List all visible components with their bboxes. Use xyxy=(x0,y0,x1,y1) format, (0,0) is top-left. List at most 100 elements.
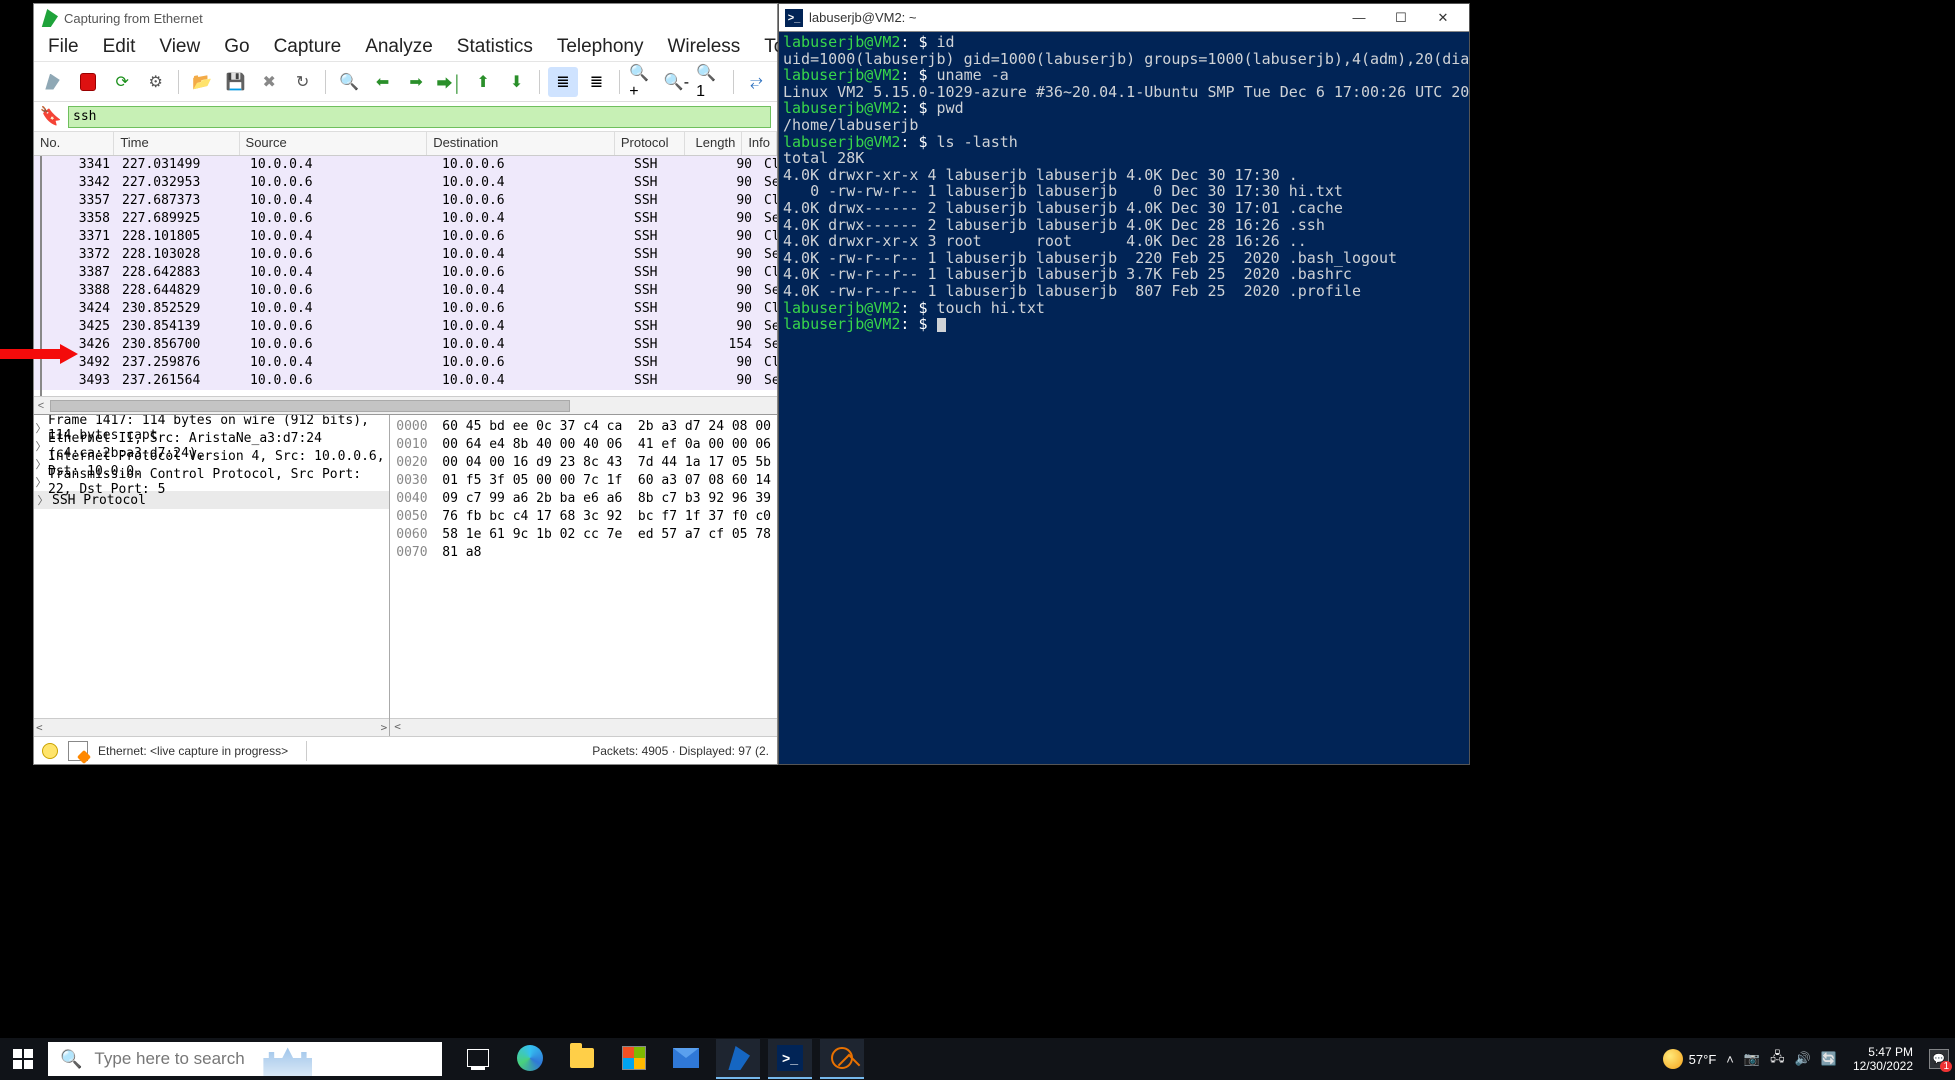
table-row[interactable]: 3341227.03149910.0.0.410.0.0.6SSH90Cli xyxy=(34,156,777,174)
autoscroll-icon[interactable]: ≣ xyxy=(548,67,577,97)
minimize-button[interactable]: — xyxy=(1339,7,1379,29)
table-row[interactable]: 3492237.25987610.0.0.410.0.0.6SSH90Cli xyxy=(34,354,777,372)
toolbar: ⟳ ⚙ 📂 💾 ✖ ↻ 🔍 ⬅ ➡ ⮕│ ⬆ ⬇ ≣ ≣ 🔍+ 🔍- 🔍1 ⥂ xyxy=(34,62,777,102)
tree-item[interactable]: 〉Transmission Control Protocol, Src Port… xyxy=(34,473,389,491)
clock-time: 5:47 PM xyxy=(1853,1045,1913,1059)
close-file-icon[interactable]: ✖ xyxy=(254,67,283,97)
menu-telephony[interactable]: Telephony xyxy=(557,36,644,58)
restart-capture-icon[interactable]: ⟳ xyxy=(107,67,136,97)
col-time[interactable]: Time xyxy=(114,132,239,155)
taskbar-search[interactable]: 🔍 Type here to search xyxy=(48,1042,442,1076)
taskbar-app-explorer[interactable] xyxy=(560,1039,604,1079)
table-row[interactable]: 3425230.85413910.0.0.610.0.0.4SSH90Ser xyxy=(34,318,777,336)
close-button[interactable]: ✕ xyxy=(1423,7,1463,29)
reload-icon[interactable]: ↻ xyxy=(288,67,317,97)
bookmark-icon[interactable]: 🔖 xyxy=(40,106,62,128)
table-row[interactable]: 3371228.10180510.0.0.410.0.0.6SSH90Cli xyxy=(34,228,777,246)
display-filter-input[interactable] xyxy=(68,106,771,128)
find-icon[interactable]: 🔍 xyxy=(334,67,363,97)
toolbar-sep xyxy=(325,70,326,94)
tray-sync-icon[interactable]: 🔄 xyxy=(1821,1051,1837,1067)
table-row[interactable]: 3372228.10302810.0.0.610.0.0.4SSH90Ser xyxy=(34,246,777,264)
maximize-button[interactable]: ☐ xyxy=(1381,7,1421,29)
colorize-icon[interactable]: ≣ xyxy=(582,67,611,97)
packet-details-tree[interactable]: 〉Frame 1417: 114 bytes on wire (912 bits… xyxy=(34,415,390,736)
menu-go[interactable]: Go xyxy=(224,36,249,58)
table-row[interactable]: 3424230.85252910.0.0.410.0.0.6SSH90Cli xyxy=(34,300,777,318)
menu-statistics[interactable]: Statistics xyxy=(457,36,533,58)
packet-list[interactable]: 3341227.03149910.0.0.410.0.0.6SSH90Cli33… xyxy=(34,156,777,396)
action-center-button[interactable]: 💬1 xyxy=(1929,1049,1949,1069)
table-row[interactable]: 3493237.26156410.0.0.610.0.0.4SSH90Ser xyxy=(34,372,777,390)
menu-analyze[interactable]: Analyze xyxy=(365,36,433,58)
capture-options-icon[interactable]: ⚙ xyxy=(141,67,170,97)
go-first-icon[interactable]: ⬆ xyxy=(468,67,497,97)
menu-capture[interactable]: Capture xyxy=(274,36,342,58)
go-back-icon[interactable]: ⬅ xyxy=(368,67,397,97)
col-dst[interactable]: Destination xyxy=(427,132,615,155)
start-button[interactable] xyxy=(0,1038,46,1080)
packet-hscrollbar[interactable]: < xyxy=(34,396,777,414)
detail-area: 〉Frame 1417: 114 bytes on wire (912 bits… xyxy=(34,414,777,736)
store-icon xyxy=(622,1046,646,1070)
zoom-out-icon[interactable]: 🔍- xyxy=(662,67,691,97)
hex-row[interactable]: 006058 1e 61 9c 1b 02 cc 7e ed 57 a7 cf … xyxy=(396,527,771,545)
col-proto[interactable]: Protocol xyxy=(615,132,686,155)
taskbar-app-snip[interactable] xyxy=(820,1039,864,1079)
tray-volume-icon[interactable]: 🔊 xyxy=(1795,1051,1811,1067)
hex-row[interactable]: 001000 64 e4 8b 40 00 40 06 41 ef 0a 00 … xyxy=(396,437,771,455)
terminal-titlebar[interactable]: >_ labuserjb@VM2: ~ — ☐ ✕ xyxy=(779,4,1469,32)
hex-row[interactable]: 007081 a8 xyxy=(396,545,771,563)
expert-info-icon[interactable] xyxy=(42,743,58,759)
hex-hscrollbar[interactable]: < xyxy=(390,718,777,736)
zoom-in-icon[interactable]: 🔍+ xyxy=(628,67,657,97)
col-info[interactable]: Info xyxy=(742,132,777,155)
packet-list-header[interactable]: No. Time Source Destination Protocol Len… xyxy=(34,132,777,156)
go-forward-icon[interactable]: ➡ xyxy=(401,67,430,97)
start-capture-icon[interactable] xyxy=(40,67,69,97)
taskbar-app-powershell[interactable]: >_ xyxy=(768,1039,812,1079)
wireshark-titlebar[interactable]: Capturing from Ethernet xyxy=(34,4,777,32)
taskbar-app-wireshark[interactable] xyxy=(716,1039,760,1079)
col-len[interactable]: Length xyxy=(685,132,742,155)
tray-chevron-icon[interactable]: ˄ xyxy=(1726,1052,1734,1067)
taskbar-clock[interactable]: 5:47 PM 12/30/2022 xyxy=(1847,1045,1919,1073)
windows-logo-icon xyxy=(13,1049,33,1069)
resize-columns-icon[interactable]: ⥂ xyxy=(742,67,771,97)
tray-network-icon[interactable]: 🖧 xyxy=(1770,1048,1785,1070)
task-view-button[interactable] xyxy=(456,1039,500,1079)
table-row[interactable]: 3342227.03295310.0.0.610.0.0.4SSH90Ser xyxy=(34,174,777,192)
taskbar-app-edge[interactable] xyxy=(508,1039,552,1079)
hex-row[interactable]: 000060 45 bd ee 0c 37 c4 ca 2b a3 d7 24 … xyxy=(396,419,771,437)
taskbar-app-store[interactable] xyxy=(612,1039,656,1079)
packet-bytes-hex[interactable]: 000060 45 bd ee 0c 37 c4 ca 2b a3 d7 24 … xyxy=(390,415,777,736)
terminal-body[interactable]: labuserjb@VM2: $ iduid=1000(labuserjb) g… xyxy=(779,32,1469,764)
hex-row[interactable]: 005076 fb bc c4 17 68 3c 92 bc f7 1f 37 … xyxy=(396,509,771,527)
hex-row[interactable]: 003001 f5 3f 05 00 00 7c 1f 60 a3 07 08 … xyxy=(396,473,771,491)
menu-edit[interactable]: Edit xyxy=(103,36,136,58)
open-file-icon[interactable]: 📂 xyxy=(187,67,216,97)
search-icon: 🔍 xyxy=(60,1049,82,1070)
menu-wireless[interactable]: Wireless xyxy=(667,36,740,58)
table-row[interactable]: 3357227.68737310.0.0.410.0.0.6SSH90Cli xyxy=(34,192,777,210)
taskbar-app-mail[interactable] xyxy=(664,1039,708,1079)
table-row[interactable]: 3387228.64288310.0.0.410.0.0.6SSH90Cli xyxy=(34,264,777,282)
goto-packet-icon[interactable]: ⮕│ xyxy=(435,67,464,97)
table-row[interactable]: 3426230.85670010.0.0.610.0.0.4SSH154Ser xyxy=(34,336,777,354)
save-file-icon[interactable]: 💾 xyxy=(221,67,250,97)
menu-view[interactable]: View xyxy=(159,36,200,58)
menu-file[interactable]: File xyxy=(48,36,79,58)
zoom-reset-icon[interactable]: 🔍1 xyxy=(695,67,724,97)
weather-widget[interactable]: 57°F xyxy=(1663,1049,1717,1069)
col-src[interactable]: Source xyxy=(240,132,428,155)
table-row[interactable]: 3388228.64482910.0.0.610.0.0.4SSH90Ser xyxy=(34,282,777,300)
stop-capture-icon[interactable] xyxy=(73,67,103,97)
col-no[interactable]: No. xyxy=(34,132,114,155)
hex-row[interactable]: 004009 c7 99 a6 2b ba e6 a6 8b c7 b3 92 … xyxy=(396,491,771,509)
tree-hscrollbar[interactable]: <> xyxy=(34,718,389,736)
hex-row[interactable]: 002000 04 00 16 d9 23 8c 43 7d 44 1a 17 … xyxy=(396,455,771,473)
tray-meet-now-icon[interactable]: 📷 xyxy=(1744,1051,1760,1067)
go-last-icon[interactable]: ⬇ xyxy=(502,67,531,97)
table-row[interactable]: 3358227.68992510.0.0.610.0.0.4SSH90Ser xyxy=(34,210,777,228)
edit-capture-comment-icon[interactable] xyxy=(68,741,88,761)
